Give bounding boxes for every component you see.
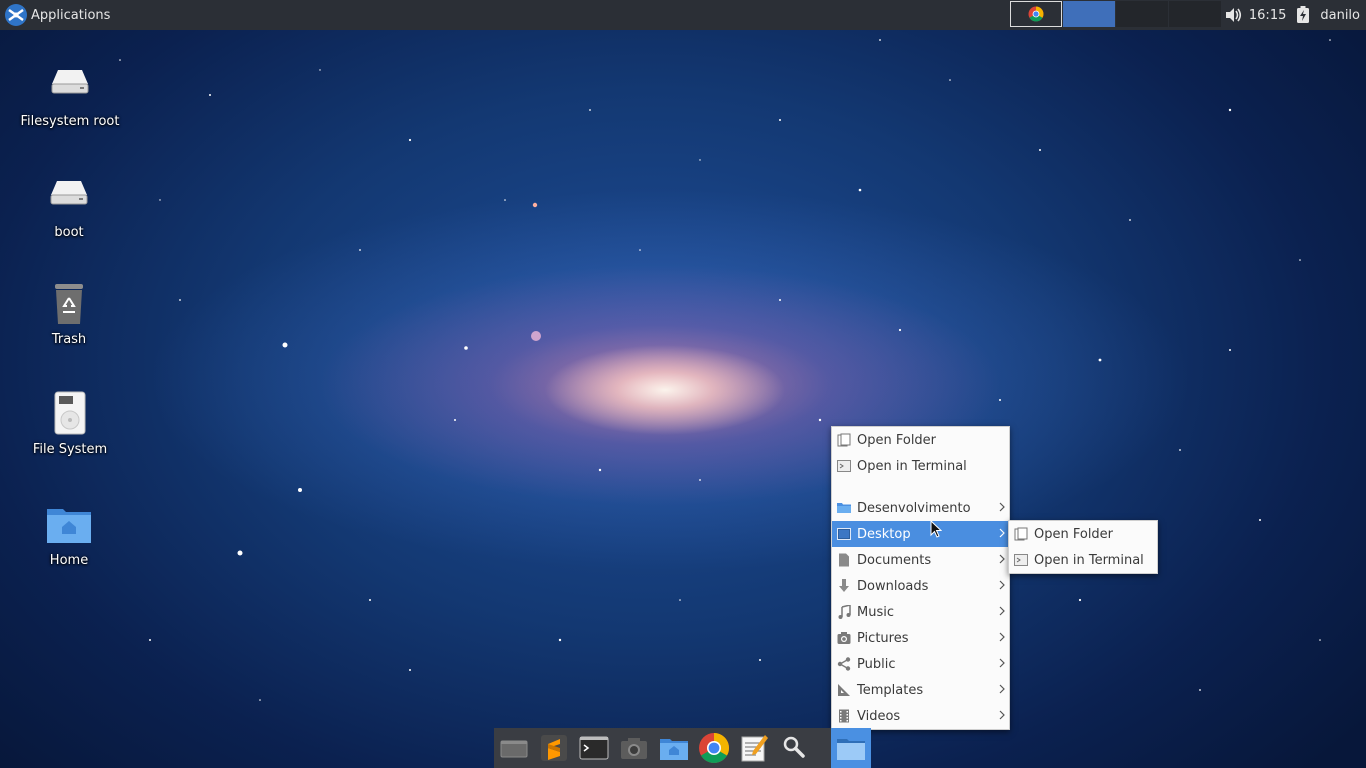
battery-charging-icon[interactable] (1296, 6, 1310, 24)
applications-menu-button[interactable]: Applications (0, 0, 116, 30)
desktop-submenu: Open Folder Open in Terminal (1008, 520, 1158, 574)
home-folder-icon (47, 509, 91, 543)
chrome-icon (1028, 6, 1044, 22)
dock-item-sublime-text[interactable] (534, 728, 574, 768)
downloads-icon (839, 579, 849, 592)
user-menu[interactable]: danilo (1320, 8, 1360, 23)
search-icon (783, 736, 805, 758)
dock-item-folder-active[interactable] (831, 728, 871, 768)
chevron-right-icon (999, 632, 1005, 642)
music-icon (838, 605, 851, 619)
screenshot-icon (621, 738, 647, 759)
desktop-icon-boot[interactable]: boot (9, 173, 129, 240)
xfce-logo-icon (5, 4, 27, 26)
chrome-icon (699, 733, 730, 764)
window-buttons (1010, 1, 1222, 29)
menu-item-open-folder[interactable]: Open Folder (832, 427, 1009, 453)
dock-item-terminal[interactable] (574, 728, 614, 768)
menu-separator (832, 479, 1009, 495)
submenu-item-open-in-terminal[interactable]: Open in Terminal (1009, 547, 1157, 573)
applications-label: Applications (31, 7, 111, 23)
text-editor-icon (741, 735, 768, 762)
desktop-icon-home[interactable]: Home (9, 501, 129, 568)
clock[interactable]: 16:15 (1249, 8, 1286, 23)
folder-icon (837, 503, 851, 513)
harddisk-icon (54, 391, 86, 435)
dock-item-chrome[interactable] (694, 728, 734, 768)
dock-item-text-editor[interactable] (734, 728, 774, 768)
camera-icon (837, 632, 851, 644)
open-folder-icon (1014, 527, 1028, 541)
menu-item-public[interactable]: Public (832, 651, 1009, 677)
share-icon (837, 657, 851, 671)
file-manager-icon (500, 740, 528, 758)
chevron-right-icon (999, 606, 1005, 616)
menu-item-pictures[interactable]: Pictures (832, 625, 1009, 651)
task-chrome[interactable] (1010, 1, 1062, 27)
terminal-icon (1014, 554, 1028, 566)
desktop-icon-label: File System (32, 442, 108, 457)
menu-item-desenvolvimento[interactable]: Desenvolvimento (832, 495, 1009, 521)
documents-icon (839, 553, 849, 567)
film-icon (839, 709, 849, 723)
desktop-icon-label: Filesystem root (20, 114, 120, 129)
submenu-item-open-folder[interactable]: Open Folder (1009, 521, 1157, 547)
chevron-right-icon (999, 658, 1005, 668)
wallpaper-stars (119, 39, 1331, 701)
desktop-icon-file-system[interactable]: File System (10, 390, 130, 457)
drive-icon (50, 181, 88, 205)
terminal-icon (837, 460, 851, 472)
menu-item-documents[interactable]: Documents (832, 547, 1009, 573)
chevron-right-icon (999, 528, 1005, 538)
top-panel: Applications 16:15 danilo (0, 0, 1366, 30)
menu-item-downloads[interactable]: Downloads (832, 573, 1009, 599)
system-tray: 16:15 danilo (1223, 0, 1366, 30)
desktop-context-menu: Open Folder Open in Terminal Desenvolvim… (831, 426, 1010, 730)
sublime-text-icon (541, 735, 567, 761)
chevron-right-icon (999, 710, 1005, 720)
chevron-right-icon (999, 580, 1005, 590)
folder-icon (837, 739, 865, 760)
volume-icon[interactable] (1223, 5, 1243, 25)
terminal-icon (579, 736, 609, 760)
home-folder-icon (660, 739, 688, 760)
task-window-3[interactable] (1116, 1, 1168, 27)
desktop-icon-label: boot (54, 225, 84, 240)
menu-item-open-in-terminal[interactable]: Open in Terminal (832, 453, 1009, 479)
menu-item-music[interactable]: Music (832, 599, 1009, 625)
chevron-right-icon (999, 684, 1005, 694)
desktop-icon-label: Home (49, 553, 89, 568)
trash-icon (55, 284, 83, 324)
menu-item-videos[interactable]: Videos (832, 703, 1009, 729)
desktop-folder-icon (837, 528, 851, 540)
open-folder-icon (837, 433, 851, 447)
dock-item-search[interactable] (774, 728, 814, 768)
menu-item-templates[interactable]: Templates (832, 677, 1009, 703)
desktop-icon-filesystem-root[interactable]: Filesystem root (10, 62, 130, 129)
drive-icon (51, 70, 89, 94)
chevron-right-icon (999, 554, 1005, 564)
desktop-icon-trash[interactable]: Trash (9, 280, 129, 347)
menu-item-desktop[interactable]: Desktop (832, 521, 1009, 547)
task-window-4[interactable] (1169, 1, 1221, 27)
templates-icon (838, 684, 850, 696)
chevron-right-icon (999, 502, 1005, 512)
dock (494, 728, 871, 768)
dock-item-file-manager[interactable] (494, 728, 534, 768)
dock-item-home-folder[interactable] (654, 728, 694, 768)
task-active-window[interactable] (1063, 1, 1115, 27)
mouse-cursor-icon (930, 520, 942, 538)
desktop-icon-label: Trash (51, 332, 87, 347)
dock-item-screenshot[interactable] (614, 728, 654, 768)
